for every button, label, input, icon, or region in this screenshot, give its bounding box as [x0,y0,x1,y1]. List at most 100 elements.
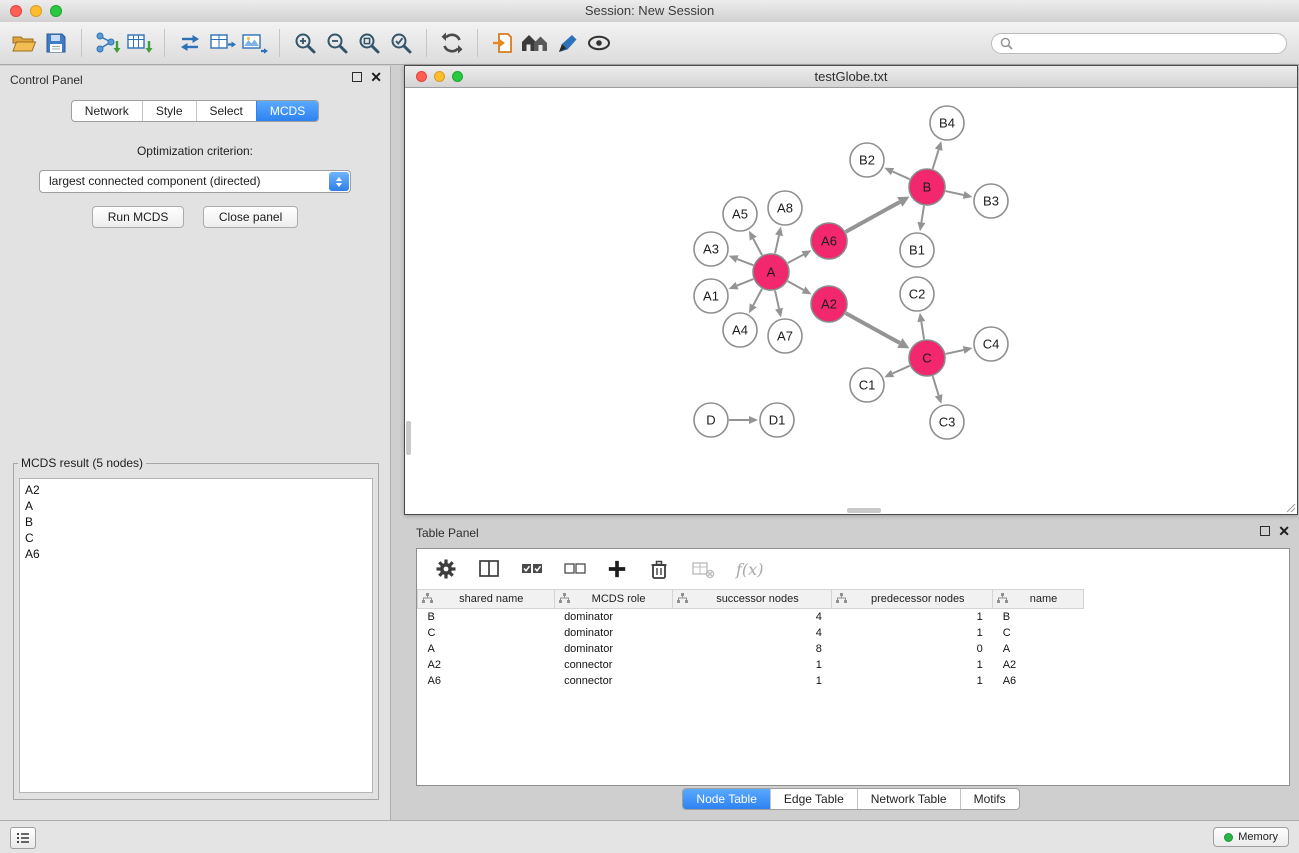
graph-edge-A-A5[interactable] [753,239,762,256]
graph-edge-A-A4[interactable] [753,289,762,306]
tab-network[interactable]: Network [72,101,142,121]
horizontal-scrollbar[interactable] [847,508,881,513]
tab-motifs[interactable]: Motifs [960,789,1019,809]
open-session-button[interactable] [8,27,40,59]
table-cell[interactable]: 1 [832,673,993,689]
table-cell[interactable]: connector [554,657,672,673]
float-table-panel-button[interactable] [1260,526,1270,536]
clone-network-button[interactable] [174,27,206,59]
close-panel-button[interactable]: ✕ [370,72,382,82]
graph-edge-A-A8[interactable] [775,235,779,253]
graph-node-D[interactable]: D [694,403,728,437]
graph-edge-B-B1[interactable] [921,206,924,223]
export-table-button[interactable] [206,27,238,59]
graph-node-B4[interactable]: B4 [930,106,964,140]
criterion-dropdown[interactable]: largest connected component (directed) [39,170,351,193]
graph-edge-A6-B[interactable] [846,202,900,232]
graph-node-B3[interactable]: B3 [974,184,1008,218]
graph-node-B1[interactable]: B1 [900,233,934,267]
column-header-successor-nodes[interactable]: successor nodes [672,590,832,609]
graph-node-A2[interactable]: A2 [811,286,847,322]
table-cell[interactable]: A [418,641,555,657]
import-table-button[interactable] [123,27,155,59]
network-close-button[interactable] [416,71,427,82]
add-column-button[interactable] [607,559,627,579]
table-cell[interactable]: A2 [418,657,555,673]
table-cell[interactable]: A6 [418,673,555,689]
vertical-scrollbar[interactable] [406,421,411,455]
sort-icon[interactable] [836,593,847,606]
graph-edge-A-A3[interactable] [737,259,753,265]
network-minimize-button[interactable] [434,71,445,82]
tab-select[interactable]: Select [196,101,256,121]
graph-edge-A-A2[interactable] [788,281,804,290]
sort-icon[interactable] [677,593,688,606]
graph-node-C3[interactable]: C3 [930,405,964,439]
column-header-shared-name[interactable]: shared name [418,590,555,609]
table-cell[interactable]: dominator [554,625,672,641]
delete-column-button[interactable] [648,558,670,580]
table-cell[interactable]: A6 [993,673,1084,689]
graph-node-C[interactable]: C [909,340,945,376]
graph-node-C2[interactable]: C2 [900,277,934,311]
table-row[interactable]: A6connector11A6 [418,673,1290,689]
table-cell[interactable]: 4 [672,609,832,626]
table-row[interactable]: Cdominator41C [418,625,1290,641]
table-cell[interactable]: 1 [832,609,993,626]
graph-edge-A-A6[interactable] [788,255,804,263]
network-window-titlebar[interactable]: testGlobe.txt [405,66,1297,88]
graph-edge-C-C4[interactable] [946,350,964,354]
table-cell[interactable]: 8 [672,641,832,657]
table-settings-button[interactable] [435,558,457,580]
table-cell[interactable]: dominator [554,609,672,626]
close-table-panel-button[interactable]: ✕ [1278,526,1290,536]
network-canvas[interactable]: B4B2BB3A5A8A6B1A3AC2A1A2A4A7CC4C1C3DD1 [405,88,1297,515]
graph-edge-A2-C[interactable] [846,313,900,343]
graph-node-A5[interactable]: A5 [723,197,757,231]
resize-handle[interactable] [1284,501,1296,513]
graph-edge-C-C2[interactable] [921,322,924,340]
zoom-in-button[interactable] [289,27,321,59]
save-session-button[interactable] [40,27,72,59]
table-cell[interactable]: 1 [832,657,993,673]
sort-icon[interactable] [997,593,1008,606]
import-network-button[interactable] [91,27,123,59]
table-cell[interactable]: connector [554,673,672,689]
graph-edge-C-C1[interactable] [893,366,910,374]
graph-edge-B-B3[interactable] [946,191,964,195]
zoom-selected-button[interactable] [385,27,417,59]
task-history-button[interactable] [10,827,36,849]
table-row[interactable]: A2connector11A2 [418,657,1290,673]
deselect-all-columns-button[interactable] [564,562,586,576]
table-cell[interactable]: 1 [832,625,993,641]
graph-node-C4[interactable]: C4 [974,327,1008,361]
table-cell[interactable]: C [418,625,555,641]
mcds-result-item[interactable]: B [25,514,367,530]
graph-edge-A-A7[interactable] [775,291,779,309]
graph-node-A3[interactable]: A3 [694,232,728,266]
table-cell[interactable]: 1 [672,673,832,689]
graph-node-A8[interactable]: A8 [768,191,802,225]
tab-network-table[interactable]: Network Table [857,789,960,809]
graph-edge-A-A1[interactable] [737,279,753,286]
table-cell[interactable]: 0 [832,641,993,657]
table-row[interactable]: Bdominator41B [418,609,1290,626]
graph-edge-C-C3[interactable] [933,376,939,395]
column-header-predecessor-nodes[interactable]: predecessor nodes [832,590,993,609]
tab-style[interactable]: Style [142,101,196,121]
graph-node-B2[interactable]: B2 [850,143,884,177]
table-cell[interactable]: A2 [993,657,1084,673]
zoom-out-button[interactable] [321,27,353,59]
run-mcds-button[interactable]: Run MCDS [92,206,185,228]
file-import-button[interactable] [487,27,519,59]
show-hide-button[interactable] [583,27,615,59]
graph-node-C1[interactable]: C1 [850,368,884,402]
refresh-button[interactable] [436,27,468,59]
mcds-result-item[interactable]: A6 [25,546,367,562]
table-row[interactable]: Adominator80A [418,641,1290,657]
graph-node-A4[interactable]: A4 [723,313,757,347]
sort-icon[interactable] [422,593,433,606]
annotation-button[interactable] [551,27,583,59]
zoom-window-button[interactable] [50,5,62,17]
graph-edge-B-B4[interactable] [933,150,939,169]
